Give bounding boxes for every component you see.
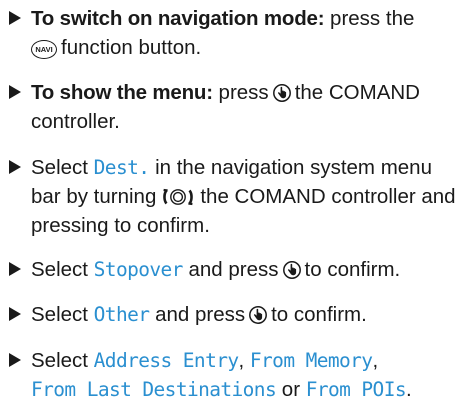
separator-text: or: [276, 378, 306, 401]
menu-item-address-entry: Address Entry: [93, 349, 239, 372]
step-select-other: Select Other and press to confirm.: [9, 300, 465, 329]
bullet-arrow-icon: [9, 353, 21, 367]
step-text: and press: [149, 303, 246, 326]
bullet-arrow-icon: [9, 307, 21, 321]
step-text: press the: [324, 7, 415, 30]
step-select-entry-type: Select Address Entry, From Memory, From …: [9, 346, 465, 404]
step-text: function button.: [61, 36, 202, 59]
step-text: to confirm.: [114, 214, 210, 237]
step-text: Select: [31, 258, 94, 281]
separator-text: ,: [372, 349, 379, 372]
controller-press-icon: [248, 305, 268, 325]
menu-item-dest: Dest.: [93, 156, 150, 179]
step-heading: To show the menu:: [31, 81, 213, 104]
menu-item-other: Other: [93, 303, 150, 326]
separator-text: .: [405, 378, 412, 401]
controller-press-icon: [282, 260, 302, 280]
menu-item-from-last-destinations: From Last Destinations: [31, 378, 277, 401]
bullet-arrow-icon: [9, 160, 21, 174]
menu-item-from-memory: From Memory: [249, 349, 373, 372]
navi-button-icon: NAVI: [31, 40, 57, 59]
step-text: Select: [31, 156, 94, 179]
controller-press-icon: [272, 83, 292, 103]
step-show-menu: To show the menu: press the COMAND contro…: [9, 78, 465, 136]
menu-item-from-pois: From POIs: [305, 378, 407, 401]
bullet-arrow-icon: [9, 85, 21, 99]
step-text: to confirm.: [304, 258, 401, 281]
step-heading: To switch on navigation mode:: [31, 7, 325, 30]
step-text: Select: [31, 303, 94, 326]
step-text: press: [212, 81, 269, 104]
step-select-stopover: Select Stopover and press to confirm.: [9, 255, 465, 284]
menu-item-stopover: Stopover: [93, 258, 184, 281]
step-text: to confirm.: [271, 303, 367, 326]
step-text: and press: [182, 258, 279, 281]
controller-turn-icon: [163, 188, 194, 206]
step-select-dest: Select Dest. in the navigation system me…: [9, 153, 465, 240]
step-switch-on-navigation: To switch on navigation mode: press the …: [9, 4, 465, 62]
bullet-arrow-icon: [9, 262, 21, 276]
separator-text: ,: [238, 349, 250, 372]
bullet-arrow-icon: [9, 11, 21, 25]
step-text: Select: [31, 349, 94, 372]
